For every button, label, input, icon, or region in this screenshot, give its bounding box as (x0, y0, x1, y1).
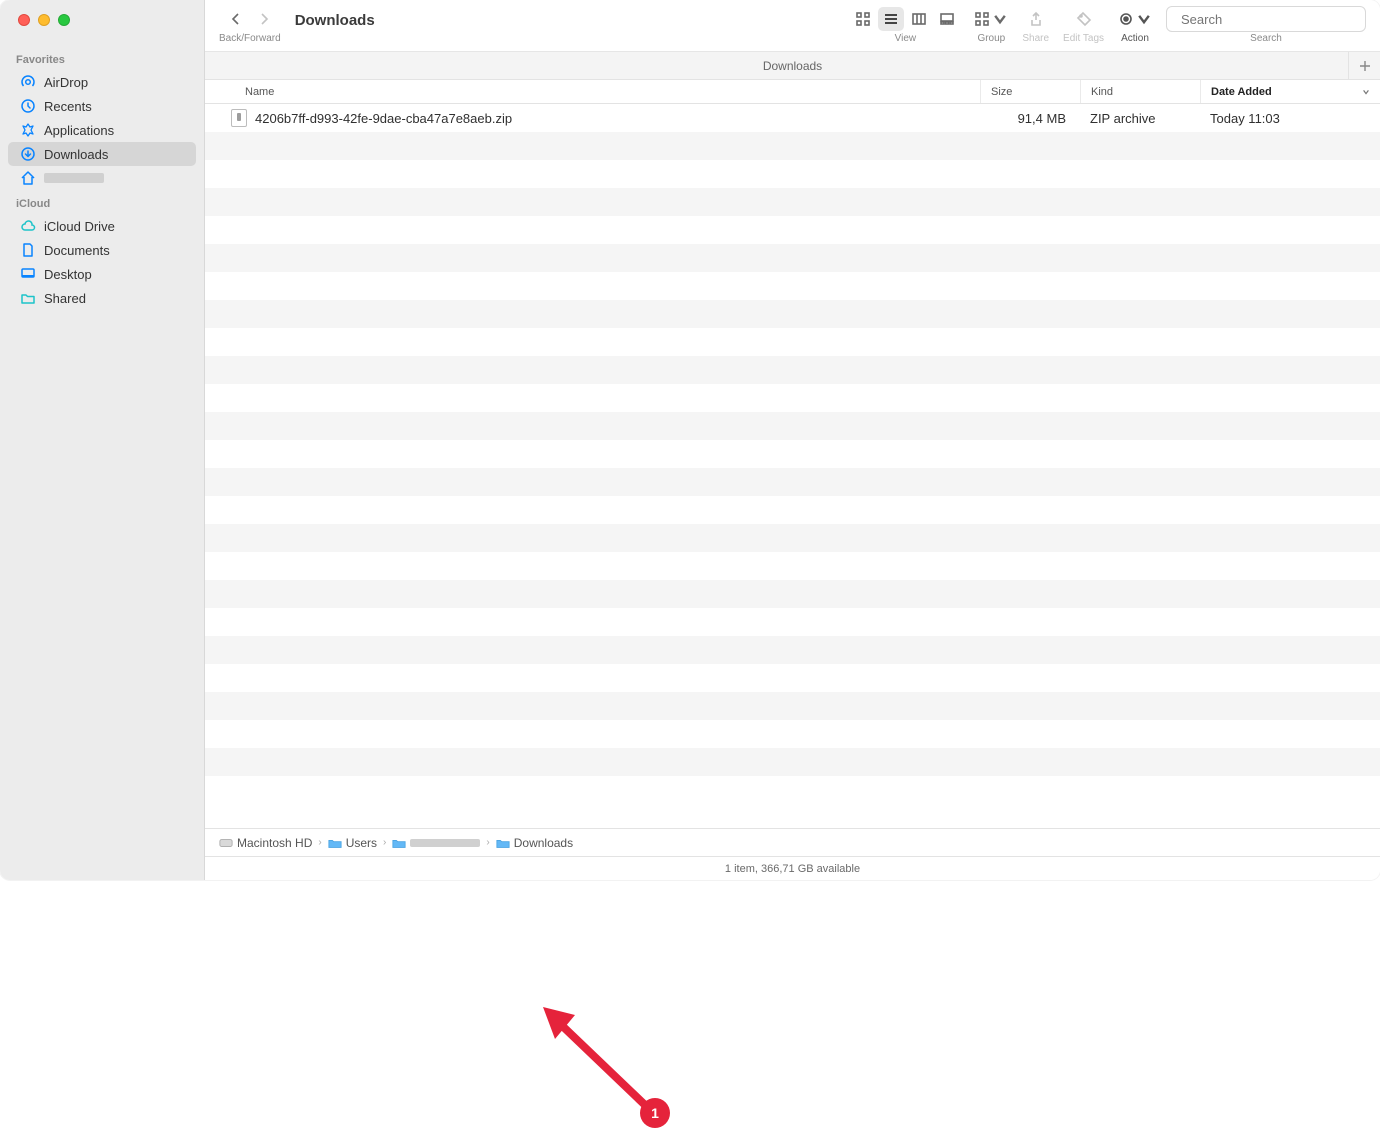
column-kind[interactable]: Kind (1080, 80, 1200, 103)
sidebar-item-label: AirDrop (44, 75, 88, 90)
sidebar-item-label: Applications (44, 123, 114, 138)
sidebar-item-downloads[interactable]: Downloads (8, 142, 196, 166)
annotation-badge: 1 (640, 1098, 670, 1128)
window-title: Downloads (295, 6, 375, 29)
file-name-cell: 4206b7ff-d993-42fe-9dae-cba47a7e8aeb.zip (205, 109, 980, 127)
sidebar-item-recents[interactable]: Recents (8, 94, 196, 118)
status-text: 1 item, 366,71 GB available (725, 863, 860, 875)
sidebar-item-documents[interactable]: Documents (8, 238, 196, 262)
sidebar-item-label-redacted (44, 173, 104, 183)
path-item-disk[interactable]: Macintosh HD (219, 836, 312, 850)
folder-icon (392, 837, 406, 849)
sidebar-item-label: Recents (44, 99, 92, 114)
back-forward-label: Back/Forward (219, 34, 281, 44)
sidebar-section-icloud: iCloud (0, 190, 204, 214)
add-tab-button[interactable] (1348, 52, 1380, 80)
share-button[interactable] (1023, 7, 1049, 31)
path-item-users[interactable]: Users (328, 836, 377, 850)
edit-tags-label: Edit Tags (1063, 34, 1104, 44)
download-circle-icon (20, 146, 36, 162)
window-controls (0, 14, 204, 46)
status-bar: 1 item, 366,71 GB available (205, 856, 1380, 880)
sidebar-section-favorites: Favorites (0, 46, 204, 70)
chevron-down-icon (1362, 88, 1370, 96)
empty-rows (205, 132, 1380, 776)
sidebar-item-label: iCloud Drive (44, 219, 115, 234)
action-button[interactable] (1118, 7, 1152, 31)
view-label: View (895, 34, 917, 44)
airdrop-icon (20, 74, 36, 90)
toolbar-share-group: Share (1022, 6, 1049, 44)
annotation-arrow (525, 995, 685, 1135)
toolbar-search-group: Search (1166, 6, 1366, 44)
group-label: Group (977, 34, 1005, 44)
home-icon (20, 170, 36, 186)
sidebar-item-desktop[interactable]: Desktop (8, 262, 196, 286)
path-item-home[interactable] (392, 837, 480, 849)
search-input[interactable] (1181, 12, 1357, 27)
table-row[interactable]: 4206b7ff-d993-42fe-9dae-cba47a7e8aeb.zip… (205, 104, 1380, 132)
path-item-label-redacted (410, 839, 480, 847)
sidebar-item-shared[interactable]: Shared (8, 286, 196, 310)
zip-file-icon (231, 109, 247, 127)
path-separator: › (318, 837, 321, 848)
main-pane: Back/Forward Downloads (205, 0, 1380, 880)
path-item-downloads[interactable]: Downloads (496, 836, 573, 850)
desktop-icon (20, 266, 36, 282)
clock-icon (20, 98, 36, 114)
toolbar-back-forward-group: Back/Forward (219, 6, 281, 44)
sidebar-item-home[interactable] (8, 166, 196, 190)
folder-icon (496, 837, 510, 849)
toolbar-tags-group: Edit Tags (1063, 6, 1104, 44)
toolbar-action-group: Action (1118, 6, 1152, 44)
path-separator: › (383, 837, 386, 848)
file-size: 91,4 MB (980, 111, 1080, 126)
path-bar: Macintosh HD › Users › › Downloads (205, 828, 1380, 856)
file-list[interactable]: 4206b7ff-d993-42fe-9dae-cba47a7e8aeb.zip… (205, 104, 1380, 828)
applications-icon (20, 122, 36, 138)
cloud-icon (20, 218, 36, 234)
folder-icon (328, 837, 342, 849)
view-gallery-button[interactable] (934, 7, 960, 31)
column-date-added[interactable]: Date Added (1200, 80, 1380, 103)
document-icon (20, 242, 36, 258)
view-list-button[interactable] (878, 7, 904, 31)
sidebar-item-airdrop[interactable]: AirDrop (8, 70, 196, 94)
view-icons-button[interactable] (850, 7, 876, 31)
share-label: Share (1022, 34, 1049, 44)
edit-tags-button[interactable] (1071, 7, 1097, 31)
action-label: Action (1121, 34, 1149, 44)
zoom-window-button[interactable] (58, 14, 70, 26)
toolbar: Back/Forward Downloads (205, 0, 1380, 52)
file-kind: ZIP archive (1080, 111, 1200, 126)
minimize-window-button[interactable] (38, 14, 50, 26)
group-button[interactable] (974, 7, 1008, 31)
search-box[interactable] (1166, 6, 1366, 32)
sidebar-item-label: Documents (44, 243, 110, 258)
disk-icon (219, 837, 233, 849)
sidebar-item-icloud-drive[interactable]: iCloud Drive (8, 214, 196, 238)
file-name: 4206b7ff-d993-42fe-9dae-cba47a7e8aeb.zip (255, 111, 512, 126)
column-size[interactable]: Size (980, 80, 1080, 103)
toolbar-view-group: View (850, 6, 960, 44)
path-separator: › (486, 837, 489, 848)
sidebar-item-label: Downloads (44, 147, 108, 162)
sidebar: Favorites AirDrop Recents Applications D… (0, 0, 205, 880)
sidebar-item-label: Desktop (44, 267, 92, 282)
close-window-button[interactable] (18, 14, 30, 26)
forward-button[interactable] (251, 7, 277, 31)
view-columns-button[interactable] (906, 7, 932, 31)
column-header: Name Size Kind Date Added (205, 80, 1380, 104)
toolbar-group-group: Group (974, 6, 1008, 44)
tab-title[interactable]: Downloads (763, 59, 822, 73)
back-button[interactable] (223, 7, 249, 31)
sidebar-item-applications[interactable]: Applications (8, 118, 196, 142)
column-name[interactable]: Name (205, 80, 980, 103)
sidebar-item-label: Shared (44, 291, 86, 306)
tab-bar: Downloads (205, 52, 1380, 80)
shared-folder-icon (20, 290, 36, 306)
plus-icon (1359, 60, 1371, 72)
file-date: Today 11:03 (1200, 111, 1380, 126)
search-label: Search (1250, 34, 1282, 44)
